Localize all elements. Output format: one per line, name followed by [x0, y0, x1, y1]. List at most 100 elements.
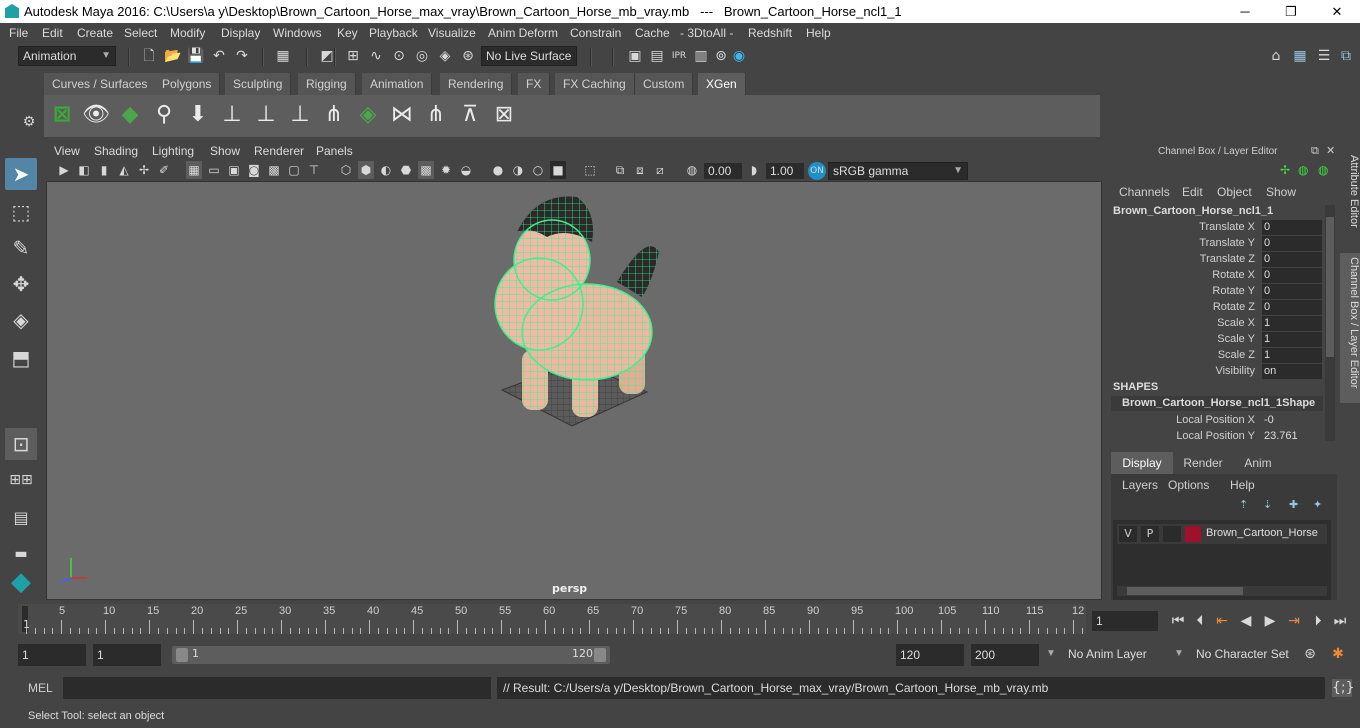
playback-end-field[interactable]: 120 — [896, 644, 964, 666]
layer-playback-toggle[interactable]: P — [1141, 526, 1159, 542]
layer-color-swatch[interactable] — [1185, 526, 1201, 542]
render-settings-icon[interactable]: ▥ — [692, 47, 710, 65]
xgen-sculpt-icon[interactable]: ⋔ — [420, 99, 452, 131]
snap-point-icon[interactable]: ⊙ — [390, 47, 408, 65]
attr-value-scale-y[interactable]: 1 — [1262, 332, 1322, 347]
xray-joints-icon[interactable]: ⧈ — [632, 161, 648, 179]
command-input[interactable] — [63, 677, 491, 699]
attr-value-translate-y[interactable]: 0 — [1262, 236, 1322, 251]
tab-custom[interactable]: Custom — [635, 73, 694, 95]
shelf-settings-icon[interactable]: ⚙ — [20, 113, 38, 131]
close-button[interactable]: ✕ — [1314, 2, 1360, 21]
anti-alias-icon[interactable]: ○ — [530, 161, 546, 179]
menu-playback[interactable]: Playback — [369, 26, 418, 40]
scale-tool-icon[interactable]: ⬒ — [5, 342, 37, 374]
shadows-icon[interactable]: ◒ — [458, 161, 474, 179]
2d-pan-icon[interactable]: ✢ — [136, 161, 152, 179]
channel-box-toggle-icon[interactable]: ◍ — [1298, 163, 1308, 177]
live-surface-field[interactable]: No Live Surface — [481, 46, 577, 66]
xgen-grass-icon[interactable]: ⋔ — [318, 99, 350, 131]
anim-layer-dropdown[interactable]: ▼ No Anim Layer — [1044, 644, 1162, 666]
xgen-preview-icon[interactable]: 👁 — [80, 99, 112, 131]
menu-cache[interactable]: Cache — [635, 26, 670, 40]
xgen-visibility-icon[interactable]: ⊥ — [250, 99, 282, 131]
viewport-menu-lighting[interactable]: Lighting — [152, 144, 194, 158]
viewport-menu-renderer[interactable]: Renderer — [254, 144, 304, 158]
gamma-icon[interactable]: ◗ — [746, 161, 762, 179]
go-to-start-icon[interactable]: ⏮ — [1168, 612, 1188, 630]
shape-row[interactable]: Brown_Cartoon_Horse_ncl1_1Shape — [1111, 396, 1323, 411]
current-frame-field[interactable]: 1 — [1092, 611, 1158, 631]
layout-single-icon[interactable]: ⊡ — [5, 428, 37, 460]
render-globe-icon[interactable]: ◉ — [730, 47, 748, 65]
attr-value-scale-x[interactable]: 1 — [1262, 316, 1322, 331]
step-forward-frame-icon[interactable]: ⏵ — [1308, 612, 1328, 630]
tab-xgen[interactable]: XGen — [698, 73, 746, 95]
tab-curves-surfaces[interactable]: Curves / Surfaces — [44, 73, 157, 95]
layout-outliner-icon[interactable]: ▤ — [5, 502, 37, 534]
tab-fx[interactable]: FX — [518, 73, 551, 95]
layout-four-icon[interactable]: ⊞⊞ — [5, 464, 37, 496]
menu-edit[interactable]: Edit — [42, 26, 63, 40]
new-layer-selected-icon[interactable]: ✦ — [1313, 498, 1322, 511]
menu-create[interactable]: Create — [77, 26, 113, 40]
scrollbar-thumb[interactable] — [1127, 587, 1243, 595]
exposure-field[interactable]: 0.00 — [704, 163, 742, 179]
script-editor-icon[interactable]: {;} — [1332, 679, 1355, 697]
channel-box-settings-icon[interactable]: ◍ — [1318, 163, 1328, 177]
layer-name[interactable]: Brown_Cartoon_Horse — [1206, 527, 1318, 539]
tab-render[interactable]: Render — [1175, 452, 1231, 474]
menu-redshift[interactable]: Redshift — [748, 26, 792, 40]
colorspace-dropdown[interactable]: sRGB gamma ▼ — [828, 162, 968, 180]
image-plane-icon[interactable]: ◭ — [116, 161, 132, 179]
wireframe-on-shaded-icon[interactable]: ⬣ — [398, 161, 414, 179]
new-layer-icon[interactable]: ✚ — [1289, 498, 1298, 511]
options-menu[interactable]: Options — [1168, 478, 1209, 492]
snap-grid-icon[interactable]: ⊞ — [344, 47, 362, 65]
undo-icon[interactable]: ↶ — [210, 47, 228, 65]
xgen-add-icon[interactable]: ⊥ — [216, 99, 248, 131]
maximize-button[interactable]: ❐ — [1268, 2, 1314, 21]
hypershade-icon[interactable]: ⊚ — [712, 47, 730, 65]
attr-value-visibility[interactable]: on — [1262, 364, 1322, 379]
layer-visibility-toggle[interactable]: V — [1119, 526, 1137, 542]
select-hierarchy-icon[interactable]: ▦ — [274, 47, 292, 65]
paint-select-tool-icon[interactable]: ✎ — [5, 232, 37, 264]
step-forward-key-icon[interactable]: ⇥ — [1284, 612, 1304, 630]
smooth-shade-icon[interactable]: ⬢ — [358, 161, 374, 179]
xgen-guides-icon[interactable]: ⊼ — [454, 99, 486, 131]
menu-anim-deform[interactable]: Anim Deform — [488, 26, 558, 40]
range-end-handle[interactable] — [594, 648, 606, 662]
snap-view-icon[interactable]: ◎ — [413, 47, 431, 65]
playback-start-field[interactable]: 1 — [93, 644, 161, 666]
move-layer-down-icon[interactable]: ⇣ — [1263, 498, 1272, 511]
animation-start-field[interactable]: 1 — [18, 644, 86, 666]
menu-select[interactable]: Select — [124, 26, 157, 40]
tab-channel-box[interactable]: Channel Box / Layer Editor — [1340, 253, 1360, 403]
animation-end-field[interactable]: 200 — [971, 644, 1039, 666]
toggle-ui-icon[interactable]: ▦ — [1290, 47, 1310, 65]
menuset-dropdown[interactable]: Animation ▼ — [18, 46, 116, 66]
viewport-persp[interactable]: persp — [46, 181, 1102, 600]
tab-sculpting[interactable]: Sculpting — [225, 73, 292, 95]
viewport-menu-view[interactable]: View — [54, 144, 80, 158]
move-tool-icon[interactable]: ✥ — [5, 268, 37, 300]
step-back-key-icon[interactable]: ⇤ — [1212, 612, 1232, 630]
exposure-icon[interactable]: ◍ — [684, 161, 700, 179]
safe-action-icon[interactable]: ▢ — [286, 161, 302, 179]
show-menu[interactable]: Show — [1266, 185, 1296, 199]
toggle-attr-editor-icon[interactable]: ☰ — [1314, 47, 1334, 65]
ipr-render-icon[interactable]: IPR — [670, 47, 688, 65]
tab-fx-caching[interactable]: FX Caching — [555, 73, 635, 95]
move-layer-up-icon[interactable]: ⇡ — [1239, 498, 1248, 511]
viewport-menu-shading[interactable]: Shading — [94, 144, 138, 158]
help-menu[interactable]: Help — [1230, 478, 1255, 492]
viewport-menu-panels[interactable]: Panels — [316, 144, 353, 158]
menu-windows[interactable]: Windows — [273, 26, 322, 40]
wireframe-icon[interactable]: ⬡ — [338, 161, 354, 179]
attr-value-translate-x[interactable]: 0 — [1262, 220, 1322, 235]
channel-box-shortcut-icon[interactable]: ✢ — [1280, 163, 1290, 177]
menu-visualize[interactable]: Visualize — [428, 26, 476, 40]
object-menu[interactable]: Object — [1217, 185, 1252, 199]
color-management-icon[interactable]: ON — [808, 162, 826, 180]
